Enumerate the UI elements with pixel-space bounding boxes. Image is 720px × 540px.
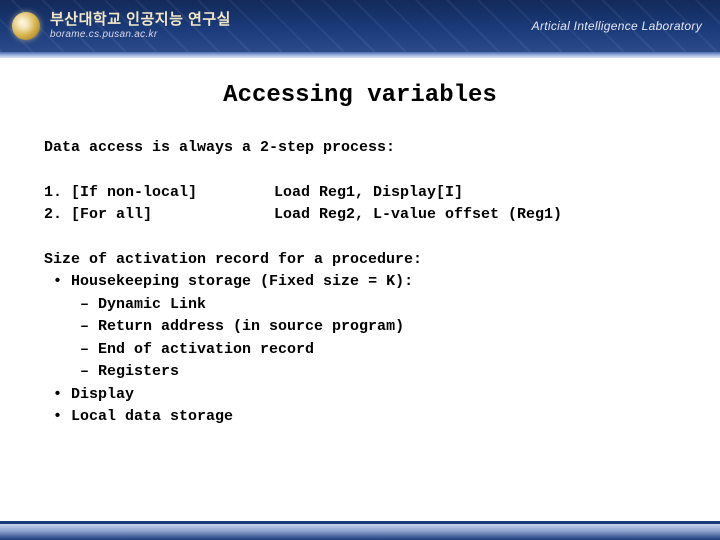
content: Accessing variables Data access is alway… — [0, 58, 720, 429]
brand-text: 부산대학교 인공지능 연구실 borame.cs.pusan.ac.kr — [50, 12, 231, 40]
step-action: Load Reg1, Display[I] — [274, 182, 676, 205]
lab-name: Articial Intelligence Laboratory — [532, 19, 702, 33]
sub-bullet-label: Dynamic Link — [98, 296, 206, 313]
header-bar: 부산대학교 인공지능 연구실 borame.cs.pusan.ac.kr Art… — [0, 0, 720, 52]
sub-bullet: – End of activation record — [44, 339, 676, 362]
bullet-label: Local data storage — [71, 408, 233, 425]
step-row: 1. [If non-local] Load Reg1, Display[I] — [44, 182, 676, 205]
bullet: • Local data storage — [44, 406, 676, 429]
intro-line: Data access is always a 2-step process: — [44, 137, 676, 160]
university-seal-icon — [12, 12, 40, 40]
step-num: 1. — [44, 184, 62, 201]
brand-title: 부산대학교 인공지능 연구실 — [50, 12, 231, 29]
step-cond: [If non-local] — [71, 184, 197, 201]
sub-bullet: – Registers — [44, 361, 676, 384]
bullet: • Housekeeping storage (Fixed size = K): — [44, 271, 676, 294]
step-cond: [For all] — [71, 206, 152, 223]
activation-record-section: Size of activation record for a procedur… — [44, 249, 676, 429]
bullet-label: Housekeeping storage (Fixed size = K): — [71, 273, 413, 290]
step-num: 2. — [44, 206, 62, 223]
slide: 부산대학교 인공지능 연구실 borame.cs.pusan.ac.kr Art… — [0, 0, 720, 540]
step-row: 2. [For all] Load Reg2, L-value offset (… — [44, 204, 676, 227]
slide-title: Accessing variables — [44, 82, 676, 109]
bullet: • Display — [44, 384, 676, 407]
brand-subtitle: borame.cs.pusan.ac.kr — [50, 29, 231, 40]
sub-bullet-label: Registers — [98, 363, 179, 380]
sub-bullet-label: End of activation record — [98, 341, 314, 358]
step-action: Load Reg2, L-value offset (Reg1) — [274, 204, 676, 227]
bullet-label: Display — [71, 386, 134, 403]
sub-bullet-label: Return address (in source program) — [98, 318, 404, 335]
sub-bullet: – Dynamic Link — [44, 294, 676, 317]
footer-bar — [0, 524, 720, 540]
steps: 1. [If non-local] Load Reg1, Display[I] … — [44, 182, 676, 227]
section-title: Size of activation record for a procedur… — [44, 249, 676, 272]
brand: 부산대학교 인공지능 연구실 borame.cs.pusan.ac.kr — [12, 12, 231, 40]
sub-bullet: – Return address (in source program) — [44, 316, 676, 339]
